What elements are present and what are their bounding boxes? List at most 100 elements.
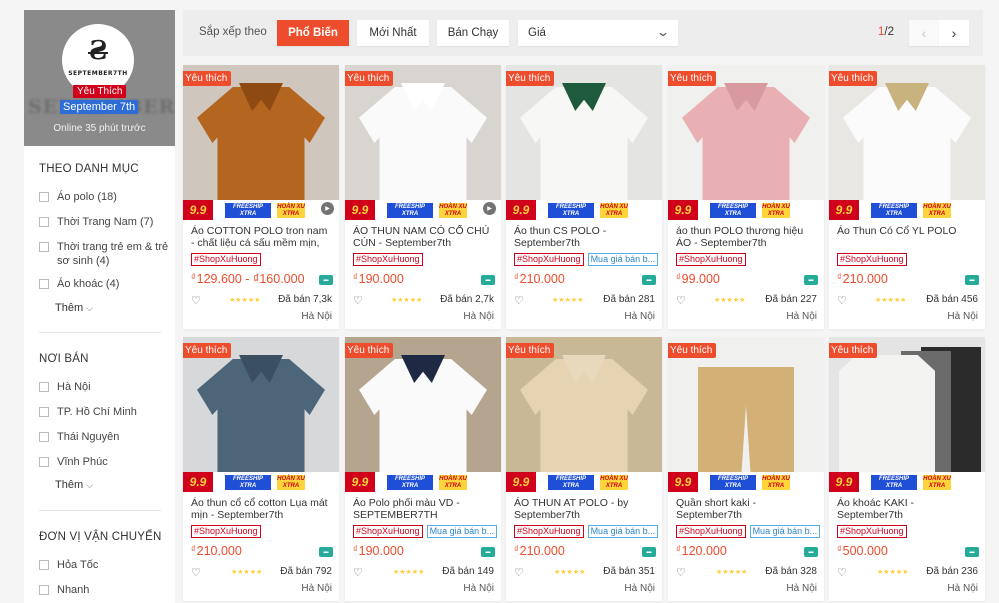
promo-banner: 9.9 FREESHIP XTRA HOÀN XU XTRA (506, 472, 662, 492)
product-image[interactable]: Yêu thích 9.9 FREESHIP XTRA HOÀN XU XTRA (506, 65, 662, 220)
price-sort-select[interactable]: Giá ⌄ (518, 20, 678, 46)
heart-icon[interactable]: ♡ (191, 566, 201, 579)
chevron-down-icon: ⌄ (655, 25, 671, 39)
location-filter-item[interactable]: Thái Nguyên (39, 430, 169, 444)
product-card[interactable]: Yêu thích 9.9 FREESHIP XTRA HOÀN XU XTRA… (668, 65, 824, 329)
shop-name[interactable]: September 7th (60, 100, 139, 114)
product-card[interactable]: Yêu thích 9.9 FREESHIP XTRA HOÀN XU XTRA… (506, 65, 662, 329)
location-more-button[interactable]: Thêm ⌵ (55, 479, 93, 491)
category-filter-item[interactable]: Áo polo (18) (39, 190, 169, 204)
checkbox[interactable] (39, 585, 49, 595)
product-name[interactable]: Quần short kaki - September7th (676, 497, 818, 521)
heart-icon[interactable]: ♡ (191, 294, 201, 307)
product-name[interactable]: Áo thun CS POLO - September7th (514, 225, 656, 249)
product-image[interactable]: Yêu thích 9.9 FREESHIP XTRA HOÀN XU XTRA (829, 65, 985, 220)
product-name[interactable]: Áo Thun Có Cổ YL POLO (837, 225, 979, 237)
product-location: Hà Nội (947, 311, 978, 322)
sort-bestselling-button[interactable]: Bán Chạy (437, 20, 509, 46)
product-image[interactable]: Yêu thích 9.9 FREESHIP XTRA HOÀN XU XTRA (183, 65, 339, 220)
freeship-badge: FREESHIP XTRA (710, 202, 756, 218)
heart-icon[interactable]: ♡ (514, 294, 524, 307)
play-icon[interactable]: ▶ (321, 202, 334, 215)
product-name[interactable]: ÁO THUN AT POLO - by September7th (514, 497, 656, 521)
freeship-badge: FREESHIP XTRA (871, 202, 917, 218)
product-location: Hà Nội (947, 583, 978, 594)
checkbox[interactable] (39, 192, 49, 202)
product-image[interactable]: Yêu thích 9.9 FREESHIP XTRA HOÀN XU XTRA (506, 337, 662, 492)
category-filter-item[interactable]: Thời trang trẻ em & trẻ sơ sinh (4) (39, 240, 169, 268)
checkbox[interactable] (39, 242, 49, 252)
heart-icon[interactable]: ♡ (353, 566, 363, 579)
heart-icon[interactable]: ♡ (676, 566, 686, 579)
product-image[interactable]: Yêu thích 9.9 FREESHIP XTRA HOÀN XU XTRA (345, 337, 501, 492)
sort-newest-button[interactable]: Mới Nhất (357, 20, 429, 46)
location-filter-item[interactable]: TP. Hồ Chí Minh (39, 405, 169, 419)
product-price: ₫210.000 (514, 544, 565, 558)
product-image[interactable]: Yêu thích 9.9 FREESHIP XTRA HOÀN XU XTRA (829, 337, 985, 492)
heart-icon[interactable]: ♡ (514, 566, 524, 579)
product-card[interactable]: Yêu thích 9.9 FREESHIP XTRA HOÀN XU XTRA… (183, 337, 339, 601)
product-location: Hà Nội (463, 583, 494, 594)
location-filter-item[interactable]: Hà Nội (39, 380, 169, 394)
product-name[interactable]: Áo khoác KAKI - September7th (837, 497, 979, 521)
product-name[interactable]: ÁO THUN NAM CÓ CỔ CHÚ CÚN - September7th (353, 225, 495, 249)
location-filter-item[interactable]: Vĩnh Phúc (39, 455, 169, 469)
cashback-badge: HOÀN XU XTRA (600, 202, 628, 218)
prev-page-button[interactable]: ‹ (909, 20, 939, 46)
shipping-filter-item[interactable]: Hỏa Tốc (39, 558, 169, 572)
checkbox[interactable] (39, 432, 49, 442)
shipping-filter-title: ĐƠN VỊ VẬN CHUYỂN (39, 531, 162, 543)
favorite-tag: Yêu thích (506, 71, 555, 86)
product-card[interactable]: Yêu thích 9.9 FREESHIP XTRA HOÀN XU XTRA… (829, 65, 985, 329)
divider (39, 332, 161, 333)
product-card[interactable]: Yêu thích 9.9 FREESHIP XTRA HOÀN XU XTRA… (345, 337, 501, 601)
sort-popular-button[interactable]: Phổ Biến (277, 20, 349, 46)
product-card[interactable]: Yêu thích 9.9 FREESHIP XTRA HOÀN XU XTRA… (506, 337, 662, 601)
product-image[interactable]: Yêu thích 9.9 FREESHIP XTRA HOÀN XU XTRA (183, 337, 339, 492)
product-card[interactable]: Yêu thích 9.9 FREESHIP XTRA HOÀN XU XTRA… (345, 65, 501, 329)
product-name[interactable]: Áo COTTON POLO tron nam - chất liệu cá s… (191, 225, 333, 249)
product-card[interactable]: Yêu thích 9.9 FREESHIP XTRA HOÀN XU XTRA… (183, 65, 339, 329)
checkbox[interactable] (39, 382, 49, 392)
checkbox[interactable] (39, 560, 49, 570)
product-image[interactable]: Yêu thích 9.9 FREESHIP XTRA HOÀN XU XTRA (668, 65, 824, 220)
shipping-filter-item[interactable]: Nhanh (39, 583, 169, 597)
category-more-button[interactable]: Thêm ⌵ (55, 302, 93, 314)
promo-banner: 9.9 FREESHIP XTRA HOÀN XU XTRA (829, 200, 985, 220)
trend-tag: #ShopXuHuong (353, 253, 423, 266)
checkbox[interactable] (39, 217, 49, 227)
cashback-badge: HOÀN XU XTRA (439, 474, 467, 490)
checkbox[interactable] (39, 457, 49, 467)
product-name[interactable]: Áo Polo phối màu VD - SEPTEMBER7TH (353, 497, 495, 521)
product-name[interactable]: áo thun POLO thương hiệu ÁO - September7… (676, 225, 818, 249)
product-image[interactable]: Yêu thích 9.9 FREESHIP XTRA HOÀN XU XTRA (345, 65, 501, 220)
promo-99-badge: 9.9 (506, 472, 536, 492)
heart-icon[interactable]: ♡ (837, 566, 847, 579)
product-card[interactable]: Yêu thích 9.9 FREESHIP XTRA HOÀN XU XTRA… (829, 337, 985, 601)
sold-count: Đã bán 456 (926, 294, 978, 305)
heart-icon[interactable]: ♡ (353, 294, 363, 307)
product-tags: #ShopXuHuong (837, 525, 907, 538)
heart-icon[interactable]: ♡ (676, 294, 686, 307)
shop-card[interactable]: SEPTEMBER7TH Ƨ SEPTEMBER7TH Yêu Thích Se… (24, 10, 175, 146)
checkbox[interactable] (39, 279, 49, 289)
heart-icon[interactable]: ♡ (837, 294, 847, 307)
category-filter-item[interactable]: Áo khoác (4) (39, 277, 169, 291)
trend-tag: #ShopXuHuong (676, 525, 746, 538)
chevron-right-icon: › (951, 25, 957, 41)
free-shipping-icon: ▬ (481, 547, 495, 557)
shop-logo-text: SEPTEMBER7TH (68, 70, 128, 77)
chevron-down-icon: ⌵ (86, 480, 93, 490)
promo-99-badge: 9.9 (183, 472, 213, 492)
product-name[interactable]: Áo thun cổ cổ cotton Lụa mát mịn - Septe… (191, 497, 333, 521)
next-page-button[interactable]: › (939, 20, 969, 46)
cashback-badge: HOÀN XU XTRA (923, 202, 951, 218)
category-filter-item[interactable]: Thời Trang Nam (7) (39, 215, 169, 229)
product-card[interactable]: Yêu thích 9.9 FREESHIP XTRA HOÀN XU XTRA… (668, 337, 824, 601)
product-image[interactable]: Yêu thích 9.9 FREESHIP XTRA HOÀN XU XTRA (668, 337, 824, 492)
play-icon[interactable]: ▶ (483, 202, 496, 215)
promo-99-badge: 9.9 (183, 200, 213, 220)
free-shipping-icon: ▬ (804, 275, 818, 285)
checkbox[interactable] (39, 407, 49, 417)
rating-stars: ★★★★★ (554, 569, 586, 576)
